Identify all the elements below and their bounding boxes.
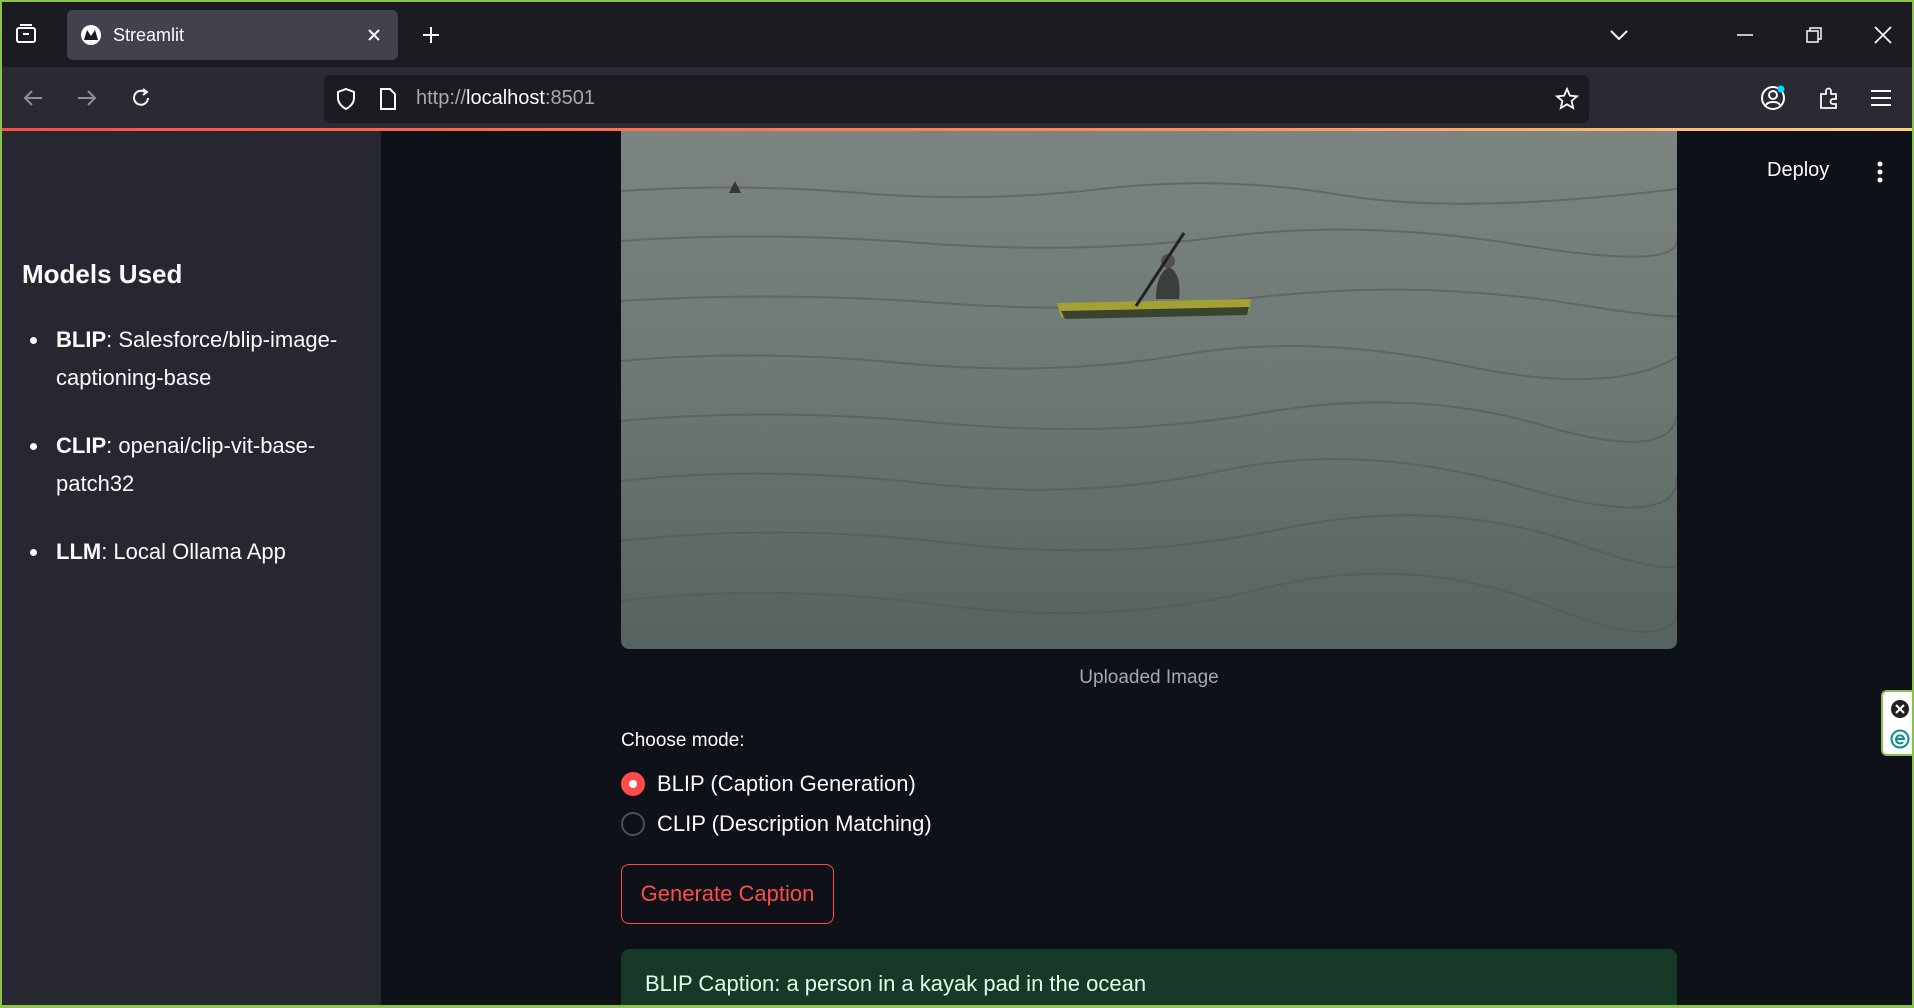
radio-button[interactable] [621, 772, 645, 796]
image-caption: Uploaded Image [1079, 667, 1219, 688]
radio-option-blip[interactable]: BLIP (Caption Generation) [621, 771, 916, 797]
kayak-photo [621, 131, 1677, 649]
model-value: : Local Ollama App [101, 539, 286, 564]
mode-label: Choose mode: [621, 730, 745, 751]
new-tab-icon[interactable] [416, 20, 446, 50]
generate-caption-button[interactable]: Generate Caption [621, 864, 834, 924]
page-icon[interactable] [376, 87, 400, 111]
url-host: localhost [466, 87, 545, 109]
sidebar-heading: Models Used [22, 259, 183, 289]
radio-option-clip[interactable]: CLIP (Description Matching) [621, 811, 932, 837]
radio-label: BLIP (Caption Generation) [657, 771, 916, 796]
result-text: BLIP Caption: a person in a kayak pad in… [645, 971, 1147, 996]
tab-title: Streamlit [113, 24, 185, 45]
uploaded-image [621, 131, 1677, 649]
url-text[interactable]: http://localhost:8501 [416, 87, 595, 110]
reload-icon[interactable] [124, 81, 158, 115]
bookmark-star-icon[interactable] [1555, 87, 1579, 111]
streamlit-favicon-icon [81, 25, 101, 45]
chevron-down-icon[interactable] [1604, 20, 1634, 50]
shield-icon[interactable] [334, 87, 358, 111]
tab-list-icon[interactable] [12, 20, 40, 48]
forward-arrow-icon[interactable] [70, 81, 104, 115]
more-options-icon[interactable] [1865, 155, 1895, 189]
radio-button[interactable] [621, 812, 645, 836]
extensions-icon[interactable] [1812, 81, 1846, 115]
app-menu-icon[interactable] [1864, 81, 1898, 115]
account-icon[interactable] [1756, 81, 1790, 115]
close-circle-icon[interactable] [1889, 698, 1911, 720]
address-bar[interactable]: http://localhost:8501 [324, 75, 1589, 123]
model-name: BLIP [56, 327, 107, 352]
main-content: Deploy Uploaded Image Choose mode: BLIP … [381, 131, 1912, 1005]
models-list: BLIP: Salesforce/blip-image-captioning-b… [22, 321, 362, 601]
browser-window: Streamlit http://localhost:8501 Models U… [0, 0, 1914, 1008]
model-name: LLM [56, 539, 102, 564]
minimize-icon[interactable] [1730, 20, 1760, 50]
close-tab-icon[interactable] [362, 23, 386, 47]
browser-tab[interactable]: Streamlit [67, 10, 398, 60]
list-item: CLIP: openai/clip-vit-base-patch32 [22, 427, 362, 503]
model-name: CLIP [56, 433, 107, 458]
close-window-icon[interactable] [1868, 20, 1898, 50]
deploy-button[interactable]: Deploy [1767, 159, 1829, 182]
tab-bar: Streamlit [2, 2, 1912, 67]
restore-icon[interactable] [1799, 20, 1829, 50]
back-arrow-icon[interactable] [16, 81, 50, 115]
radio-label: CLIP (Description Matching) [657, 811, 932, 836]
extension-widget [1881, 690, 1912, 756]
result-alert: BLIP Caption: a person in a kayak pad in… [621, 949, 1677, 1005]
nav-bar: http://localhost:8501 [2, 67, 1912, 130]
list-item: BLIP: Salesforce/blip-image-captioning-b… [22, 321, 362, 397]
url-port: :8501 [544, 87, 596, 109]
url-prefix: http:// [416, 87, 467, 109]
list-item: LLM: Local Ollama App [22, 533, 362, 571]
sidebar: Models Used BLIP: Salesforce/blip-image-… [2, 131, 381, 1005]
extension-e-icon[interactable] [1889, 728, 1911, 750]
